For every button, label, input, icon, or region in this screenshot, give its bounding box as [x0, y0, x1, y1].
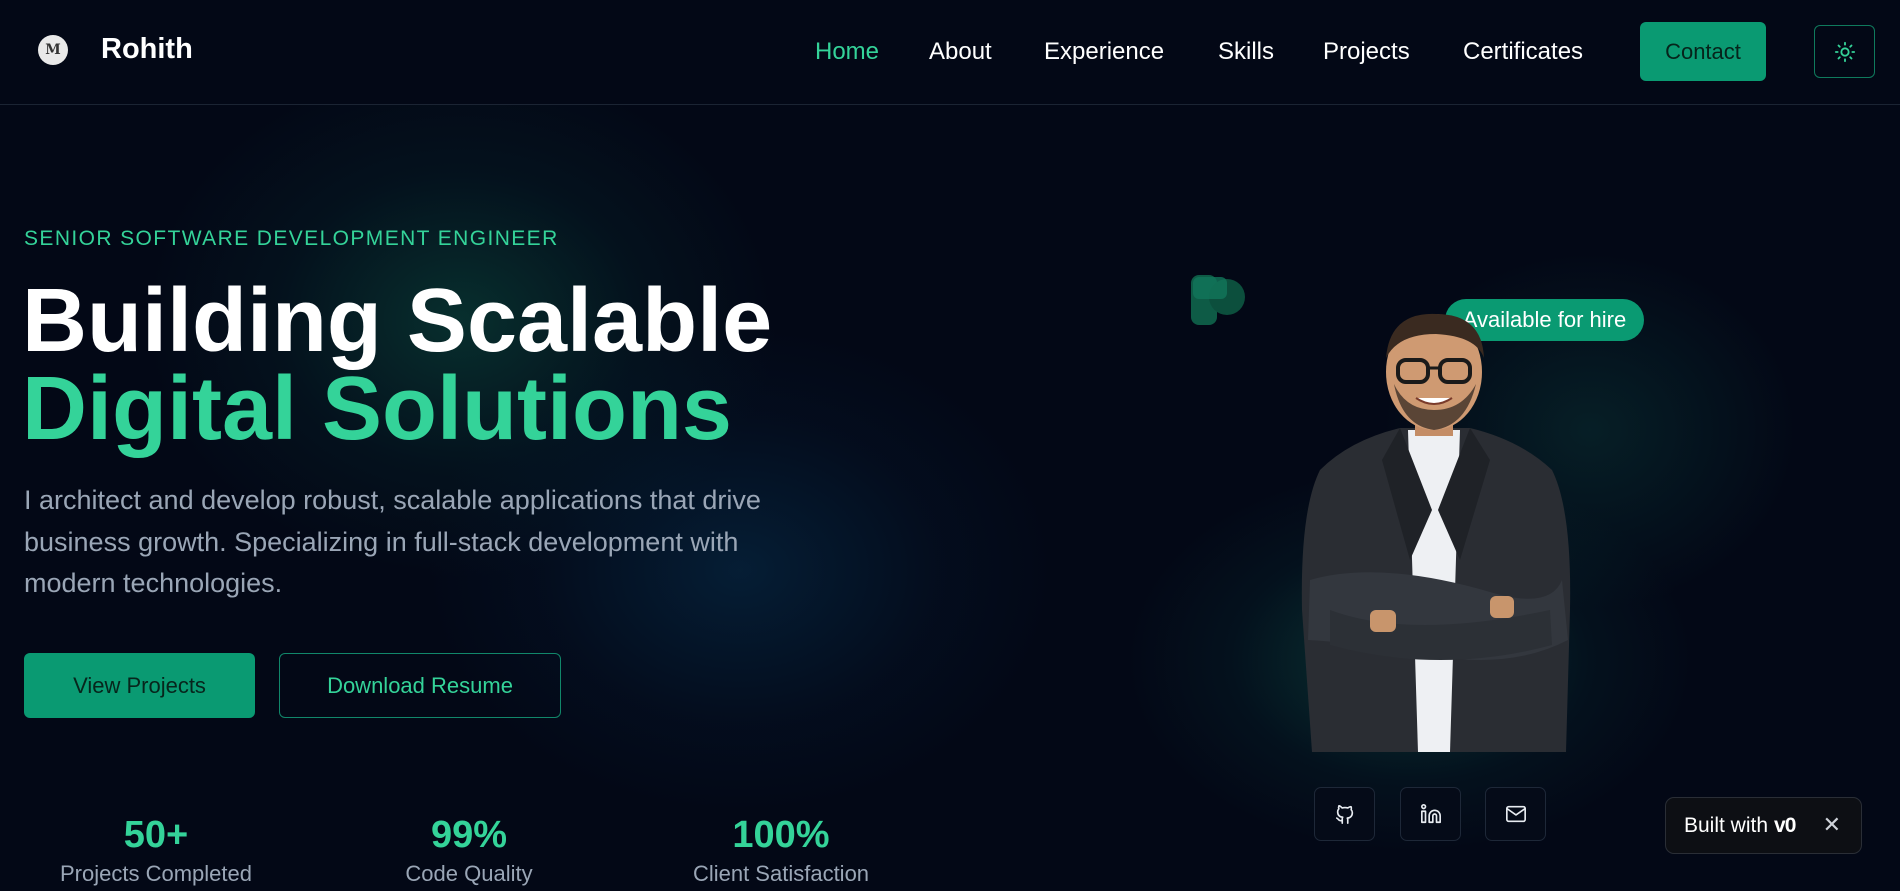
linkedin-button[interactable] [1400, 787, 1461, 841]
nav-about[interactable]: About [929, 38, 992, 66]
site-header: M Rohith Home About Experience Skills Pr… [0, 0, 1900, 105]
github-button[interactable] [1314, 787, 1375, 841]
hero-description: I architect and develop robust, scalable… [24, 485, 761, 598]
stat-code-quality: 99% Code Quality [369, 815, 569, 887]
logo-icon[interactable]: M [38, 35, 68, 65]
hero-title-line1: Building Scalable [22, 271, 773, 371]
email-button[interactable] [1485, 787, 1546, 841]
built-with-text: Built with [1684, 813, 1769, 837]
v0-logo-icon: v0 [1774, 813, 1796, 837]
hero-title-line2: Digital Solutions [22, 359, 732, 459]
view-projects-button[interactable]: View Projects [24, 653, 255, 718]
nav-skills[interactable]: Skills [1218, 38, 1274, 66]
hero-eyebrow: SENIOR SOFTWARE DEVELOPMENT ENGINEER [24, 227, 559, 250]
stat-label: Projects Completed [60, 861, 252, 886]
nav-certificates[interactable]: Certificates [1463, 38, 1583, 66]
nav-projects[interactable]: Projects [1323, 38, 1410, 66]
mail-icon [1505, 805, 1526, 823]
profile-photo [1301, 313, 1571, 752]
stat-value: 50+ [123, 814, 189, 856]
stat-label: Code Quality [405, 861, 533, 886]
contact-button[interactable]: Contact [1640, 22, 1766, 81]
sun-icon [1834, 41, 1855, 62]
github-icon [1335, 805, 1353, 824]
linkedin-icon [1420, 804, 1441, 824]
nav-experience[interactable]: Experience [1044, 38, 1164, 66]
stat-value: 100% [732, 814, 830, 856]
stat-label: Client Satisfaction [692, 861, 870, 886]
nav-home[interactable]: Home [815, 38, 879, 66]
stat-projects: 50+ Projects Completed [56, 815, 256, 887]
brand-name[interactable]: Rohith [101, 33, 193, 66]
stat-client-satisfaction: 100% Client Satisfaction [681, 815, 881, 887]
built-with-v0-badge[interactable]: Built with v0 ✕ [1665, 797, 1862, 854]
close-icon[interactable]: ✕ [1823, 812, 1841, 838]
decorative-shape-icon [1191, 275, 1245, 325]
download-resume-button[interactable]: Download Resume [279, 653, 561, 718]
theme-toggle-button[interactable] [1814, 25, 1875, 78]
stat-value: 99% [430, 814, 508, 856]
